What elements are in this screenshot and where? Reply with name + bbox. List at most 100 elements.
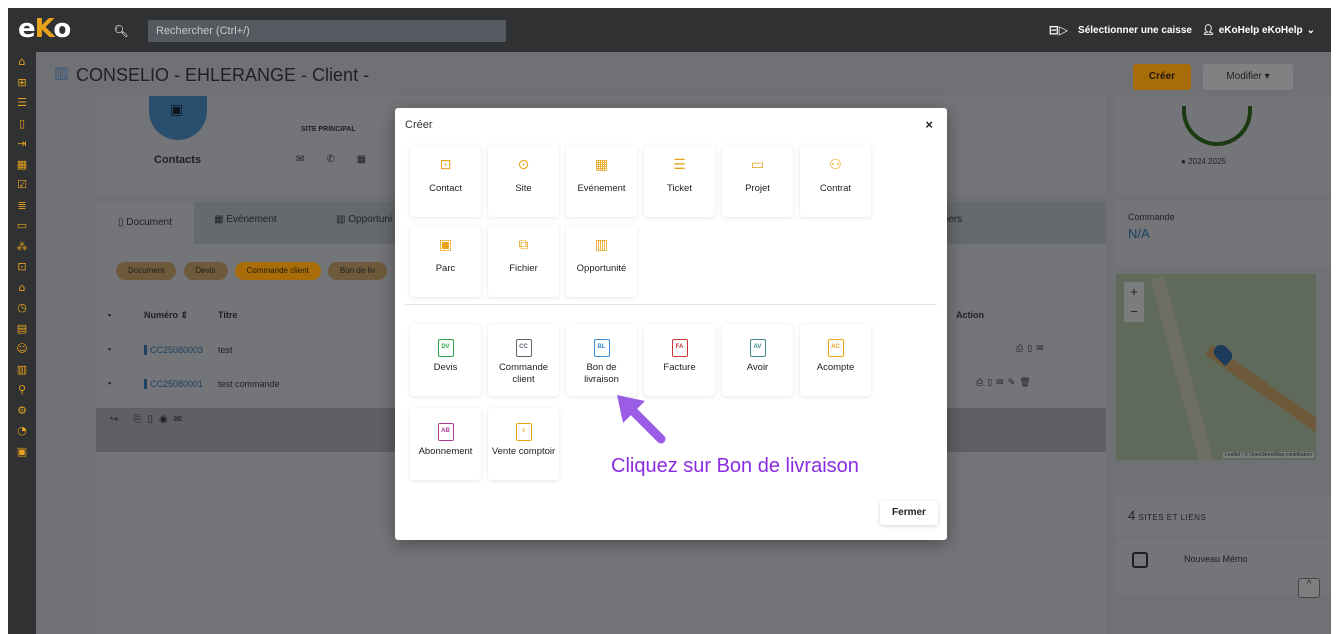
zoom-in-button[interactable]: +	[1124, 282, 1144, 302]
phone-icon[interactable]: ✆	[326, 154, 356, 165]
close-icon[interactable]: ×	[925, 117, 933, 132]
map[interactable]: + − Leaflet | © OpenStreetMap contributor…	[1116, 274, 1316, 460]
folder-icon: ▭	[750, 157, 765, 173]
tab-fichiers[interactable]: iers	[946, 214, 962, 225]
tile-label: Vente comptoir	[491, 446, 556, 457]
list-icon[interactable]: ☰	[8, 93, 36, 114]
select-all-checkbox[interactable]: ▪	[108, 310, 111, 320]
tile-site[interactable]: ⊙ Site	[488, 145, 559, 217]
settings-icon[interactable]: ⚙	[8, 401, 36, 422]
column-header-titre[interactable]: Titre	[218, 310, 237, 320]
tile-contrat[interactable]: ⚇ Contrat	[800, 145, 871, 217]
chip-devis[interactable]: Devis	[183, 262, 228, 280]
user-icon: 👤︎	[1202, 24, 1215, 36]
tutorial-hint: Cliquez sur Bon de livraison	[611, 455, 859, 477]
vente-comptoir-doc-icon: ≡	[488, 418, 559, 441]
tile-ticket[interactable]: ☰ Ticket	[644, 145, 715, 217]
row-titre: test	[218, 345, 233, 355]
folder-icon[interactable]: ▭	[8, 216, 36, 237]
create-button[interactable]: Créer	[1133, 64, 1191, 90]
tab-document[interactable]: ▯ Document	[96, 202, 194, 244]
tile-evenement[interactable]: ▦ Evénement	[566, 145, 637, 217]
commande-card: Commande N/A	[1116, 200, 1331, 266]
chip-commande-client[interactable]: Commande client	[234, 262, 321, 280]
mail-icon[interactable]: ✉	[296, 154, 326, 165]
cash-register-icon[interactable]: ⊟▷	[1049, 23, 1068, 37]
map-attribution[interactable]: Leaflet | © OpenStreetMap contributors	[1223, 452, 1314, 458]
box-icon: ▣	[438, 237, 453, 253]
tile-abonnement[interactable]: AB Abonnement	[410, 408, 481, 480]
home-icon[interactable]: ⌂	[8, 52, 36, 73]
tile-acompte[interactable]: AC Acompte	[800, 324, 871, 396]
sitemap-icon[interactable]: ⊡	[8, 257, 36, 278]
tile-facture[interactable]: FA Facture	[644, 324, 715, 396]
tab-evenement[interactable]: ▦ Evénement	[214, 214, 277, 225]
user-menu[interactable]: 👤︎ eKoHelp eKoHelp ⌄	[1202, 25, 1315, 36]
tab-opportunite-label: Opportuni	[348, 214, 393, 225]
abonnement-badge: AB	[437, 423, 454, 441]
calculator-icon[interactable]: ▣	[8, 442, 36, 463]
site-principal-label: SITE PRINCIPAL	[301, 126, 356, 133]
contacts-label[interactable]: Contacts	[154, 154, 201, 166]
page-title: CONSELIO - EHLERANGE - Client -	[76, 65, 370, 85]
check-square-icon[interactable]: ☑	[8, 175, 36, 196]
search-input[interactable]: Rechercher (Ctrl+/)	[148, 20, 506, 42]
calendar-icon[interactable]: ▦	[8, 155, 36, 176]
select-register-link[interactable]: Sélectionner une caisse	[1078, 25, 1192, 36]
close-button[interactable]: Fermer	[880, 501, 938, 525]
search-icon[interactable]: ⚲	[8, 380, 36, 401]
new-memo-label[interactable]: Nouveau Mémo	[1184, 554, 1248, 564]
tile-parc[interactable]: ▣ Parc	[410, 225, 481, 297]
export-icon[interactable]: ⇥	[8, 134, 36, 155]
building-icon[interactable]: ▤	[8, 319, 36, 340]
search-icon[interactable]: 🔍︎	[108, 20, 134, 42]
modal-divider	[405, 304, 937, 305]
row-actions[interactable]: ⎙▯✉	[1016, 344, 1048, 354]
app-logo[interactable]: eKo	[18, 14, 71, 44]
row-checkbox[interactable]: ▪	[108, 378, 111, 388]
tile-vente-comptoir[interactable]: ≡ Vente comptoir	[488, 408, 559, 480]
row-numero[interactable]: CC25080001	[144, 379, 203, 389]
map-zoom-control[interactable]: + −	[1124, 282, 1144, 322]
chip-bon-de-livraison[interactable]: Bon de liv	[327, 262, 388, 280]
tile-label: Parc	[435, 263, 456, 274]
scroll-top-button[interactable]: ^	[1298, 578, 1320, 598]
plus-square-icon[interactable]: ⊞	[8, 73, 36, 94]
modify-button[interactable]: Modifier ▾	[1203, 64, 1293, 90]
bar-chart-icon[interactable]: ▥	[8, 360, 36, 381]
zoom-out-button[interactable]: −	[1124, 302, 1144, 322]
building-icon: ▥	[54, 63, 70, 82]
create-modal: Créer × ⊡ Contact ⊙ Site ▦ Evénement ☰ T…	[395, 108, 947, 540]
contact-avatar[interactable]: ▣	[149, 96, 207, 140]
tile-projet[interactable]: ▭ Projet	[722, 145, 793, 217]
tile-devis[interactable]: DV Devis	[410, 324, 481, 396]
tasks-icon[interactable]: ≣	[8, 196, 36, 217]
topbar: eKo 🔍︎ Rechercher (Ctrl+/) ⊟▷ Sélectionn…	[8, 8, 1331, 52]
tile-commande-client[interactable]: CC Commande client	[488, 324, 559, 396]
calendar-icon: ▦	[594, 157, 609, 173]
team-icon[interactable]: ☺	[8, 339, 36, 360]
acompte-badge: AC	[827, 339, 844, 357]
warehouse-icon[interactable]: ⌂	[8, 278, 36, 299]
chip-document[interactable]: Document	[116, 262, 177, 280]
tile-bon-de-livraison[interactable]: BL Bon de livraison	[566, 324, 637, 396]
tile-avoir[interactable]: AV Avoir	[722, 324, 793, 396]
support-icon[interactable]: ◔	[8, 421, 36, 442]
workflow-icon[interactable]: ⁂	[8, 237, 36, 258]
tab-opportunite[interactable]: ▥ Opportuni	[336, 214, 392, 225]
tile-contact[interactable]: ⊡ Contact	[410, 145, 481, 217]
devis-doc-icon: DV	[410, 334, 481, 357]
memo-icon	[1132, 552, 1148, 568]
timer-icon[interactable]: ◷	[8, 298, 36, 319]
tile-fichier[interactable]: ⧉ Fichier	[488, 225, 559, 297]
tab-fichiers-label: iers	[946, 214, 963, 225]
column-header-numero[interactable]: Numéro ⇕	[144, 310, 188, 321]
document-icon[interactable]: ▯	[8, 114, 36, 135]
row-numero[interactable]: CC25080003	[144, 345, 203, 355]
calendar-icon[interactable]: ▦	[357, 154, 388, 165]
donut-chart	[1182, 106, 1252, 146]
row-actions[interactable]: ⎙▯✉✎🗑︎	[976, 378, 1035, 388]
bulk-actions[interactable]: ↪ ⎘▯◉✉	[110, 414, 188, 425]
row-checkbox[interactable]: ▪	[108, 344, 111, 354]
tile-opportunite[interactable]: ▥ Opportunité	[566, 225, 637, 297]
